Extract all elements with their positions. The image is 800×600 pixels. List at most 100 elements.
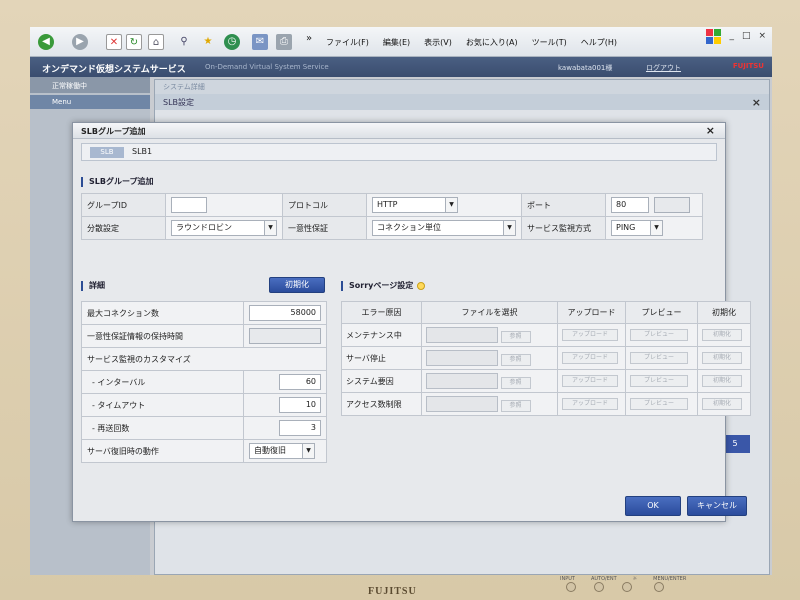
background-window-title: システム詳細 xyxy=(155,80,769,94)
minimize-button[interactable]: _ xyxy=(729,31,734,41)
logout-link[interactable]: ログアウト xyxy=(646,63,681,73)
auto-button[interactable] xyxy=(594,582,604,592)
menu-button[interactable] xyxy=(654,582,664,592)
group-id-label: グループID xyxy=(81,193,166,217)
table-row: - タイムアウト 10 xyxy=(81,393,327,417)
upload-button: アップロード xyxy=(562,329,618,341)
help-bulb-icon[interactable] xyxy=(417,281,426,290)
persistence-select[interactable]: コネクション単位 ▼ xyxy=(372,220,516,236)
upload-button: アップロード xyxy=(562,398,618,410)
menu-view[interactable]: 表示(V) xyxy=(424,37,452,48)
search-icon[interactable]: ⚲ xyxy=(176,34,192,50)
chevron-down-icon: ▼ xyxy=(264,221,276,235)
recover-value: 自動復旧 xyxy=(254,446,286,455)
reset-cell: 初期化 xyxy=(697,323,751,347)
history-icon[interactable]: ◷ xyxy=(224,34,240,50)
menu-favorites[interactable]: お気に入り(A) xyxy=(466,37,518,48)
back-icon[interactable]: ◀ xyxy=(38,34,54,50)
background-close-icon[interactable]: × xyxy=(752,96,761,109)
screen: ◀ ▶ ✕ ↻ ⌂ ⚲ ★ ◷ ✉ ⎙ » ファイル(F) 編集(E) 表示(V… xyxy=(30,27,772,575)
detail-label: サービス監視のカスタマイズ xyxy=(81,347,327,371)
detail-cell xyxy=(243,324,327,348)
file-cell: 参照 xyxy=(421,323,558,347)
dialog-close-icon[interactable]: × xyxy=(706,124,715,137)
mail-icon[interactable]: ✉ xyxy=(252,34,268,50)
menu-tools[interactable]: ツール(T) xyxy=(532,37,567,48)
menu-file[interactable]: ファイル(F) xyxy=(326,37,369,48)
close-window-button[interactable]: × xyxy=(758,31,766,41)
preview-button: プレビュー xyxy=(630,352,688,364)
file-path-input xyxy=(426,373,498,389)
file-cell: 参照 xyxy=(421,369,558,393)
preview-cell: プレビュー xyxy=(625,392,698,416)
slb-name: SLB1 xyxy=(132,147,153,156)
recover-select[interactable]: 自動復旧 ▼ xyxy=(249,443,315,459)
brightness-button[interactable] xyxy=(622,582,632,592)
section-sorry-text: Sorryページ設定 xyxy=(349,281,414,290)
max-connections-input[interactable]: 58000 xyxy=(249,305,321,321)
chevron-down-icon: ▼ xyxy=(503,221,515,235)
persistence-value: コネクション単位 xyxy=(377,223,441,232)
monitor-label: サービス監視方式 xyxy=(521,216,606,240)
slb-tag: SLB xyxy=(90,147,124,158)
column-header: プレビュー xyxy=(625,301,698,324)
distribution-label: 分散設定 xyxy=(81,216,166,240)
maximize-button[interactable]: □ xyxy=(742,31,751,41)
retry-input[interactable]: 3 xyxy=(279,420,321,436)
forward-icon[interactable]: ▶ xyxy=(72,34,88,50)
toolbar-more[interactable]: » xyxy=(306,33,312,44)
recover-label: サーバ復旧時の動作 xyxy=(81,439,244,463)
app-header: オンデマンド仮想システムサービス On-Demand Virtual Syste… xyxy=(30,57,772,77)
stop-icon[interactable]: ✕ xyxy=(106,34,122,50)
input-label: INPUT xyxy=(560,576,575,582)
refresh-icon[interactable]: ↻ xyxy=(126,34,142,50)
monitor-select[interactable]: PING ▼ xyxy=(611,220,663,236)
distribution-select[interactable]: ラウンドロビン ▼ xyxy=(171,220,277,236)
chevron-down-icon: ▼ xyxy=(445,198,457,212)
timeout-input[interactable]: 10 xyxy=(279,397,321,413)
column-header: ファイルを選択 xyxy=(421,301,558,324)
detail-label: - タイムアウト xyxy=(81,393,244,417)
menu-edit[interactable]: 編集(E) xyxy=(383,37,410,48)
sorry-page-table: エラー原因 ファイルを選択 アップロード プレビュー 初期化 メンテナンス中 参… xyxy=(341,301,751,416)
upload-cell: アップロード xyxy=(557,323,626,347)
persistence-label: 一意性保証 xyxy=(282,216,367,240)
menu-help[interactable]: ヘルプ(H) xyxy=(581,37,617,48)
slb-bar: SLB SLB1 xyxy=(81,143,717,161)
home-icon[interactable]: ⌂ xyxy=(148,34,164,50)
table-row: サーバ停止 参照 アップロード プレビュー 初期化 xyxy=(341,346,751,370)
port-label: ポート xyxy=(521,193,606,217)
preview-button: プレビュー xyxy=(630,398,688,410)
monitor-value: PING xyxy=(616,223,636,232)
user-name: kawabata001様 xyxy=(558,64,613,72)
group-id-input[interactable] xyxy=(171,197,207,213)
detail-cell: 10 xyxy=(243,393,327,417)
input-button[interactable] xyxy=(566,582,576,592)
cancel-button[interactable]: キャンセル xyxy=(687,496,747,516)
detail-init-button[interactable]: 初期化 xyxy=(269,277,325,293)
table-row: - 再送回数 3 xyxy=(81,416,327,440)
detail-table: 最大コネクション数 58000 一意性保証情報の保持時間 サービス監視のカスタマ… xyxy=(81,301,327,463)
menu-bar: ファイル(F) 編集(E) 表示(V) お気に入り(A) ツール(T) ヘルプ(… xyxy=(326,37,617,48)
interval-input[interactable]: 60 xyxy=(279,374,321,390)
favorites-icon[interactable]: ★ xyxy=(200,34,216,50)
ok-button[interactable]: OK xyxy=(625,496,681,516)
sidebar-menu-header[interactable]: Menu xyxy=(30,95,150,109)
port-input[interactable]: 80 xyxy=(611,197,649,213)
column-header: 初期化 xyxy=(697,301,751,324)
table-row: 分散設定 ラウンドロビン ▼ 一意性保証 コネクション単位 ▼ サービス監視方式 xyxy=(81,216,703,240)
detail-cell: 60 xyxy=(243,370,327,394)
table-row: 一意性保証情報の保持時間 xyxy=(81,324,327,348)
reset-button: 初期化 xyxy=(702,398,742,410)
print-icon[interactable]: ⎙ xyxy=(276,34,292,50)
protocol-select[interactable]: HTTP ▼ xyxy=(372,197,458,213)
file-path-input xyxy=(426,350,498,366)
chevron-down-icon: ▼ xyxy=(650,221,662,235)
monitor-bottom-bar: FUJITSU INPUT AUTO/ENT ☼ MENU/ENTER xyxy=(0,576,800,600)
error-cause: サーバ停止 xyxy=(341,346,422,370)
table-row: - インターバル 60 xyxy=(81,370,327,394)
protocol-cell: HTTP ▼ xyxy=(366,193,522,217)
browser-toolbar: ◀ ▶ ✕ ↻ ⌂ ⚲ ★ ◷ ✉ ⎙ » ファイル(F) 編集(E) 表示(V… xyxy=(30,27,772,57)
section-group-heading: SLBグループ追加 xyxy=(81,177,153,187)
monitor-control-labels: INPUT AUTO/ENT ☼ MENU/ENTER xyxy=(560,576,686,582)
